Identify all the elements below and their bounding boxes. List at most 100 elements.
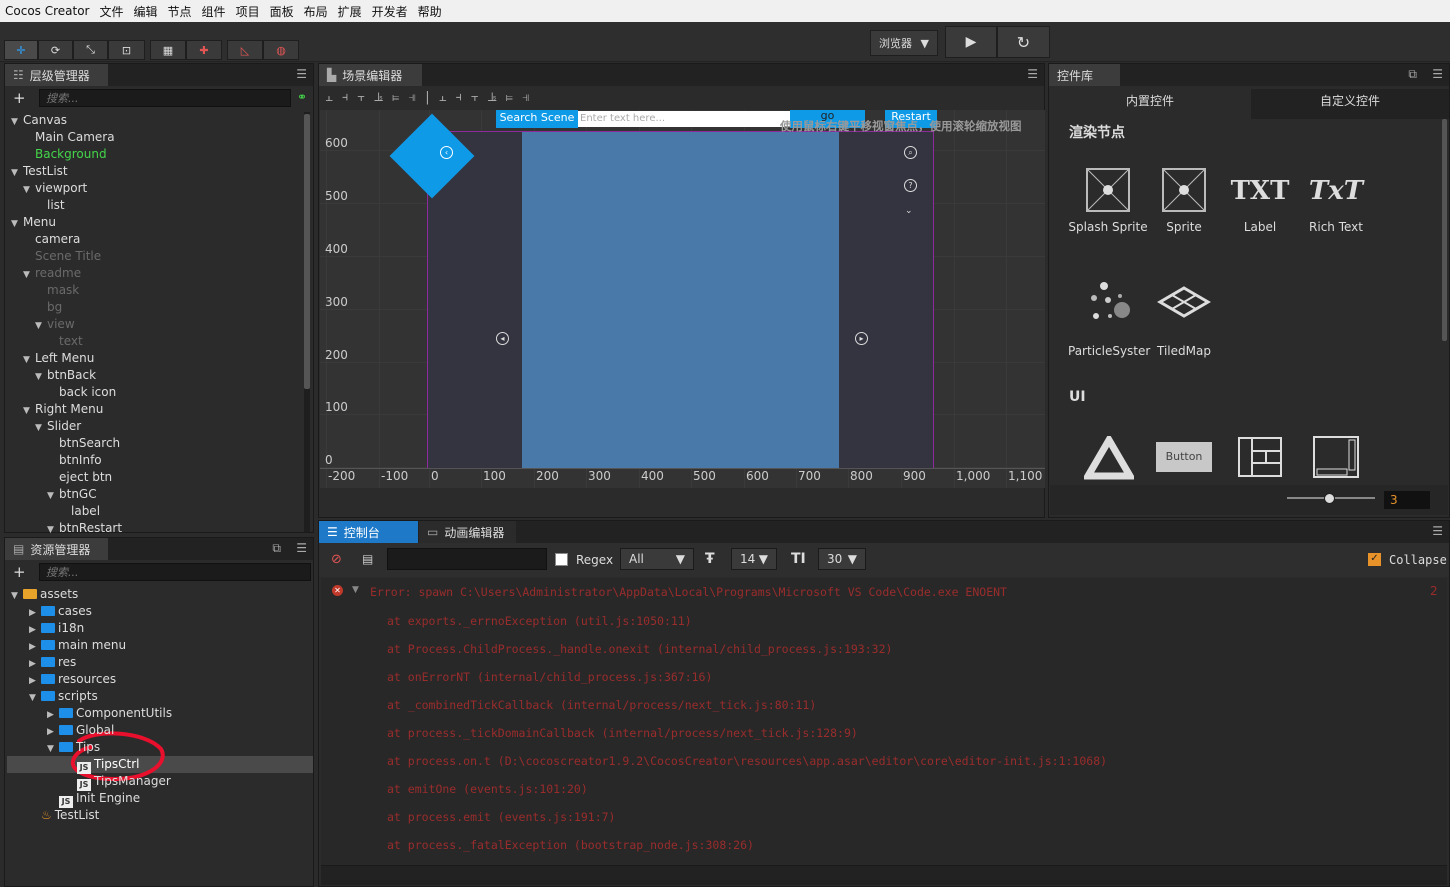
hierarchy-node[interactable]: Background [23, 146, 107, 163]
expand-arrow-icon[interactable]: ▼ [11, 588, 23, 605]
panel-menu-icon[interactable]: ☰ [1432, 67, 1443, 81]
hierarchy-node[interactable]: btnInfo [47, 452, 102, 469]
button-control-icon[interactable]: Button [1156, 442, 1212, 472]
hierarchy-node[interactable]: ▼ viewport [23, 180, 87, 197]
refresh-button[interactable]: ↻ [997, 26, 1050, 58]
log-level-select[interactable]: All ▼ [620, 548, 694, 570]
tab-builtin-controls[interactable]: 内置控件 [1051, 89, 1249, 119]
zoom-value-input[interactable]: 3 [1384, 491, 1430, 509]
menu-panel[interactable]: 面板 [265, 3, 299, 20]
menu-developer[interactable]: 开发者 [367, 3, 413, 20]
expand-arrow-icon[interactable]: ▼ [35, 369, 47, 386]
regex-checkbox[interactable] [555, 553, 568, 566]
controls-scroll-thumb[interactable] [1442, 119, 1447, 341]
hierarchy-node[interactable]: ▼ btnGC [47, 486, 97, 503]
panel-menu-icon[interactable]: ☰ [296, 67, 307, 81]
preview-platform-select[interactable]: 浏览器 ▼ [870, 30, 938, 56]
particle-system-item[interactable]: ParticleSyster [1068, 278, 1150, 358]
hierarchy-node[interactable]: ▼ readme [23, 265, 81, 282]
hierarchy-node[interactable]: ▼ btnBack [35, 367, 96, 384]
expand-arrow-icon[interactable]: ▼ [47, 488, 59, 505]
align-toolbar[interactable]: ⫠⫞⫟⫡⫢⫣|⫠⫞⫟⫡⫢⫣ [325, 90, 539, 105]
expand-arrow-icon[interactable]: ▼ [352, 585, 359, 595]
open-log-icon[interactable]: ▤ [362, 552, 373, 566]
stack-trace-line[interactable]: at Process.ChildProcess._handle.onexit (… [387, 642, 892, 656]
scene-tab[interactable]: ▙ 场景编辑器 [319, 64, 423, 86]
controls-tab[interactable]: 控件库 [1049, 64, 1121, 86]
sprite-item[interactable]: Sprite [1144, 168, 1224, 234]
asset-item[interactable]: JS TipsManager [65, 773, 171, 791]
hierarchy-node[interactable]: Scene Title [23, 248, 101, 265]
tab-animation[interactable]: ▭ 动画编辑器 [419, 521, 517, 543]
hierarchy-node[interactable]: text [47, 333, 83, 350]
assets-tab[interactable]: ▤ 资源管理器 [5, 538, 109, 560]
stack-trace-line[interactable]: at process._tickDomainCallback (internal… [387, 726, 858, 740]
stack-trace-line[interactable]: at onErrorNT (internal/child_process.js:… [387, 670, 712, 684]
stack-trace-line[interactable]: at process.on.t (D:\cocoscreator1.9.2\Co… [387, 754, 1107, 768]
hierarchy-node[interactable]: Main Camera [23, 129, 115, 146]
hierarchy-node[interactable]: ▼ Slider [35, 418, 81, 435]
splash-sprite-item[interactable]: Splash Sprite [1068, 168, 1148, 234]
hierarchy-node[interactable]: eject btn [47, 469, 112, 486]
expand-arrow-icon[interactable]: ▼ [47, 741, 59, 758]
hierarchy-node[interactable]: ▼ Canvas [11, 112, 67, 129]
error-message[interactable]: Error: spawn C:\Users\Administrator\AppD… [370, 585, 1007, 599]
hierarchy-node[interactable]: list [35, 197, 65, 214]
scrollview-control-icon[interactable] [1313, 436, 1359, 483]
hierarchy-node[interactable]: back icon [47, 384, 116, 401]
line-count-select[interactable]: 30 ▼ [818, 548, 866, 570]
panel-menu-icon[interactable]: ☰ [1027, 67, 1038, 81]
asset-item[interactable]: ▶ main menu [29, 637, 126, 654]
asset-item[interactable]: ▼ Tips [47, 739, 100, 756]
asset-item[interactable]: JS TipsCtrl [65, 756, 140, 774]
tiledmap-item[interactable]: TiledMap [1144, 282, 1224, 358]
panel-menu-icon[interactable]: ☰ [1432, 524, 1443, 538]
menu-node[interactable]: 节点 [163, 3, 197, 20]
asset-item[interactable]: ▼ assets [11, 586, 78, 603]
tab-custom-controls[interactable]: 自定义控件 [1251, 89, 1449, 119]
asset-item[interactable]: ♨ TestList [29, 807, 99, 824]
pivot-center-icon[interactable]: ✚ [186, 40, 222, 60]
expand-arrow-icon[interactable]: ▼ [23, 182, 35, 199]
play-button[interactable]: ▶ [945, 26, 997, 58]
hierarchy-tab[interactable]: ☷ 层级管理器 [5, 64, 109, 86]
asset-item[interactable]: ▶ cases [29, 603, 92, 620]
asset-item[interactable]: ▼ scripts [29, 688, 98, 705]
expand-arrow-icon[interactable]: ▼ [23, 267, 35, 284]
label-item[interactable]: TXT Label [1220, 172, 1300, 234]
rect-tool-icon[interactable]: ⊡ [108, 40, 145, 60]
link-icon[interactable]: ⚭ [297, 90, 307, 104]
asset-item[interactable]: ▶ i18n [29, 620, 84, 637]
hierarchy-node[interactable]: ▼ Left Menu [23, 350, 94, 367]
asset-item[interactable]: ▶ ComponentUtils [47, 705, 172, 722]
hierarchy-node[interactable]: ▼ Menu [11, 214, 56, 231]
add-asset-icon[interactable]: + [13, 563, 26, 581]
stack-trace-line[interactable]: at exports._errnoException (util.js:1050… [387, 614, 692, 628]
menu-layout[interactable]: 布局 [299, 3, 333, 20]
popout-icon[interactable]: ⧉ [272, 541, 281, 556]
search-scene-button[interactable]: Search Scene [496, 110, 578, 128]
menu-edit[interactable]: 编辑 [129, 3, 163, 20]
expand-arrow-icon[interactable]: ▼ [11, 114, 23, 131]
menu-file[interactable]: 文件 [95, 3, 129, 20]
collapse-checkbox[interactable]: ✓ [1368, 553, 1381, 566]
expand-arrow-icon[interactable]: ▼ [11, 165, 23, 182]
console-filter-input[interactable] [387, 548, 547, 570]
hierarchy-node[interactable]: ▼ btnRestart [47, 520, 122, 537]
expand-arrow-icon[interactable]: ▼ [11, 216, 23, 233]
hierarchy-node[interactable]: btnSearch [47, 435, 120, 452]
clear-icon[interactable]: ⊘ [331, 552, 342, 567]
expand-arrow-icon[interactable]: ▼ [35, 318, 47, 335]
scene-search-input[interactable]: Enter text here... [578, 111, 790, 127]
hierarchy-node[interactable]: ▼ view [35, 316, 75, 333]
expand-arrow-icon[interactable]: ▼ [23, 352, 35, 369]
expand-arrow-icon[interactable]: ▼ [23, 403, 35, 420]
hierarchy-scroll-thumb[interactable] [304, 114, 310, 389]
panel-menu-icon[interactable]: ☰ [296, 541, 307, 555]
stack-trace-line[interactable]: at process._fatalException (bootstrap_no… [387, 838, 754, 852]
local-global-icon[interactable]: ▦ [150, 40, 186, 60]
hierarchy-node[interactable]: ▼ Right Menu [23, 401, 103, 418]
asset-item[interactable]: ▶ resources [29, 671, 116, 688]
rotate-tool-icon[interactable]: ⟳ [38, 40, 73, 60]
popout-icon[interactable]: ⧉ [1408, 67, 1417, 82]
